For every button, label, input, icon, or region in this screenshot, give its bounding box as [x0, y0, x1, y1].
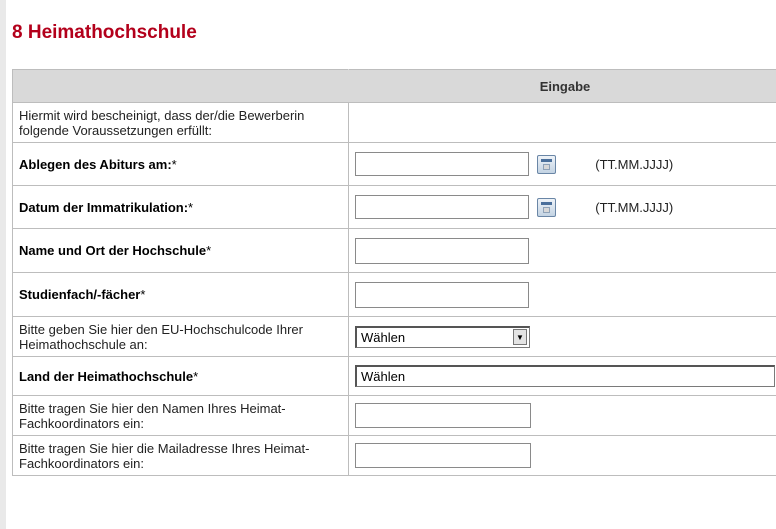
koordinator-mail-label: Bitte tragen Sie hier die Mailadresse Ih…	[12, 435, 349, 476]
abitur-label: Ablegen des Abiturs am:	[19, 156, 172, 172]
eucode-input-cell: Wählen ▼	[348, 316, 776, 357]
abitur-input-cell: (TT.MM.JJJJ)	[348, 142, 776, 186]
land-label: Land der Heimathochschule	[19, 368, 194, 384]
intro-value-cell	[348, 102, 776, 143]
koordinator-mail-input[interactable]	[355, 443, 531, 468]
land-input-cell: Wählen	[348, 356, 776, 396]
land-select-value: Wählen	[361, 369, 406, 384]
koordinator-mail-cell	[348, 435, 776, 476]
calendar-icon[interactable]	[536, 197, 556, 217]
calendar-icon[interactable]	[536, 154, 556, 174]
hochschule-label: Name und Ort der Hochschule	[19, 243, 207, 258]
required-marker: *	[140, 287, 146, 302]
required-marker: *	[171, 156, 177, 172]
studienfach-input[interactable]	[355, 281, 529, 308]
immatrikulation-label: Datum der Immatrikulation:	[19, 199, 189, 215]
land-label-cell: Land der Heimathochschule*	[12, 356, 349, 396]
land-select[interactable]: Wählen	[355, 365, 775, 387]
abitur-date-input[interactable]	[355, 152, 529, 176]
koordinator-name-input[interactable]	[355, 403, 531, 428]
header-empty	[12, 69, 349, 103]
eucode-select-value: Wählen	[361, 329, 406, 345]
required-marker: *	[193, 368, 199, 384]
eucode-label: Bitte geben Sie hier den EU-Hochschulcod…	[12, 316, 349, 357]
immatrikulation-input-cell: (TT.MM.JJJJ)	[348, 185, 776, 229]
koordinator-name-cell	[348, 395, 776, 436]
studienfach-label: Studienfach/-fächer	[19, 287, 141, 302]
studienfach-input-cell	[348, 272, 776, 317]
form-table: Eingabe Hiermit wird bescheinigt, dass d…	[12, 69, 776, 476]
koordinator-name-label: Bitte tragen Sie hier den Namen Ihres He…	[12, 395, 349, 436]
intro-text: Hiermit wird bescheinigt, dass der/die B…	[12, 102, 349, 143]
eucode-select[interactable]: Wählen ▼	[355, 325, 530, 348]
header-input: Eingabe	[348, 69, 776, 103]
required-marker: *	[188, 199, 194, 215]
studienfach-label-cell: Studienfach/-fächer*	[12, 272, 349, 317]
immatrikulation-date-format: (TT.MM.JJJJ)	[595, 199, 674, 215]
immatrikulation-label-cell: Datum der Immatrikulation:*	[12, 185, 349, 229]
hochschule-input[interactable]	[355, 237, 529, 264]
hochschule-input-cell	[348, 228, 776, 273]
abitur-label-cell: Ablegen des Abiturs am:*	[12, 142, 349, 186]
abitur-date-format: (TT.MM.JJJJ)	[595, 156, 674, 172]
chevron-down-icon[interactable]: ▼	[513, 329, 527, 345]
required-marker: *	[206, 243, 212, 258]
section-title: 8 Heimathochschule	[12, 22, 197, 43]
immatrikulation-date-input[interactable]	[355, 195, 529, 219]
hochschule-label-cell: Name und Ort der Hochschule*	[12, 228, 349, 273]
